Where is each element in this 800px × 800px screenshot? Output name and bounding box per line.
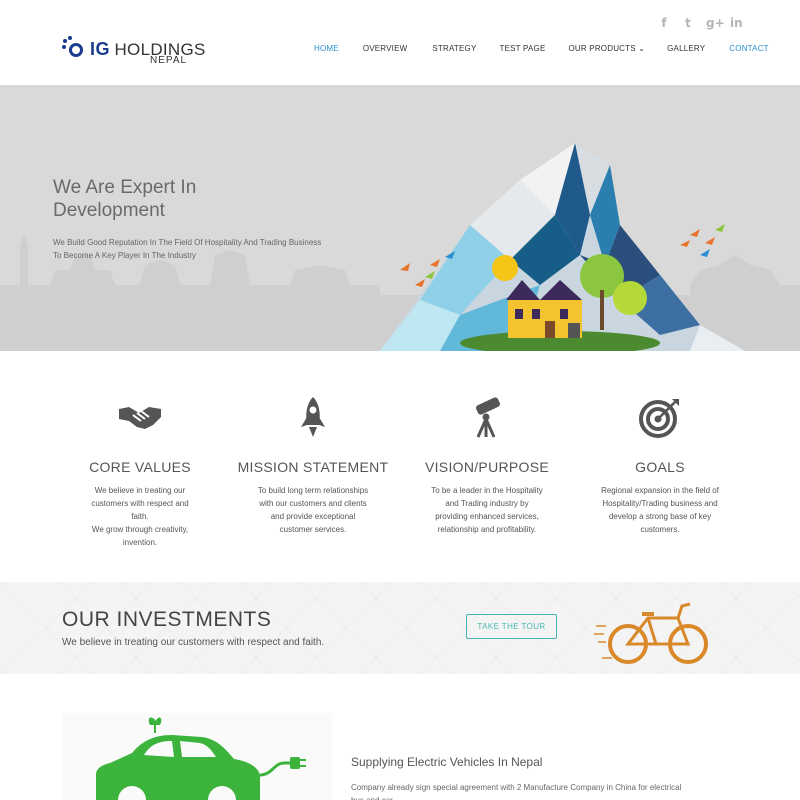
telescope-icon: [475, 397, 501, 438]
hero-subtitle: We Build Good Reputation In The Field Of…: [53, 238, 322, 260]
site-header: f t g+ in IG HOLDINGS NEPAL HOME OVERVIE…: [0, 0, 800, 85]
site-logo[interactable]: IG HOLDINGS NEPAL: [62, 36, 206, 66]
rocket-icon: [301, 397, 325, 437]
feature-title: VISION/PURPOSE: [424, 459, 549, 475]
nav-contact[interactable]: CONTACT: [729, 44, 768, 53]
feature-mission-statement: MISSION STATEMENT To build long term rel…: [233, 395, 393, 536]
nav-test-page[interactable]: TEST PAGE: [500, 44, 546, 53]
feature-title: GOALS: [635, 459, 685, 475]
nav-home[interactable]: HOME: [314, 44, 339, 53]
hero-title: We Are Expert In Development: [53, 177, 197, 221]
feature-title: MISSION STATEMENT: [237, 459, 389, 475]
chevron-down-icon: ⌄: [638, 44, 646, 53]
feature-core-values: CORE VALUES We believe in treating our cu…: [60, 395, 220, 549]
logo-sub: NEPAL: [150, 55, 188, 66]
target-icon: [639, 399, 679, 438]
investments-subtitle: We believe in treating our customers wit…: [62, 637, 325, 648]
nav-our-products-label: OUR PRODUCTS: [568, 44, 636, 53]
handshake-icon: [119, 407, 161, 429]
take-the-tour-button[interactable]: TAKE THE TOUR: [466, 614, 557, 639]
nav-strategy[interactable]: STRATEGY: [432, 44, 476, 53]
social-links: f t g+ in: [658, 16, 742, 30]
electric-car-icon: [96, 717, 306, 800]
feature-description: To be a leader in the Hospitality and Tra…: [431, 486, 543, 534]
feature-goals: GOALS Regional expansion in the field of…: [580, 395, 740, 536]
hero-banner: We Are Expert In Development We Build Go…: [0, 85, 800, 351]
feature-description: We believe in treating our customers with…: [91, 486, 189, 547]
car-panel: [62, 713, 332, 800]
feature-vision-purpose: VISION/PURPOSE To be a leader in the Hos…: [407, 395, 567, 536]
logo-icon: [62, 36, 92, 60]
investments-title: OUR INVESTMENTS: [62, 608, 272, 631]
nav-our-products[interactable]: OUR PRODUCTS ⌄: [568, 44, 645, 53]
vehicle-description: Company already sign special agreement w…: [351, 783, 682, 800]
feature-title: CORE VALUES: [89, 459, 191, 475]
logo-mark-text: IG: [90, 39, 111, 59]
nav-overview[interactable]: OVERVIEW: [363, 44, 408, 53]
nav-gallery[interactable]: GALLERY: [667, 44, 705, 53]
main-nav: HOME OVERVIEW STRATEGY TEST PAGE OUR PRO…: [314, 44, 769, 53]
linkedin-icon[interactable]: in: [730, 16, 743, 30]
twitter-icon[interactable]: t: [682, 16, 694, 30]
facebook-icon[interactable]: f: [658, 16, 670, 30]
feature-description: To build long term relationships with our…: [257, 486, 369, 534]
investments-band: OUR INVESTMENTS We believe in treating o…: [0, 582, 800, 674]
feature-description: Regional expansion in the field of Hospit…: [601, 486, 719, 534]
vehicle-title: Supplying Electric Vehicles In Nepal: [351, 755, 543, 769]
google-plus-icon[interactable]: g+: [706, 16, 725, 30]
